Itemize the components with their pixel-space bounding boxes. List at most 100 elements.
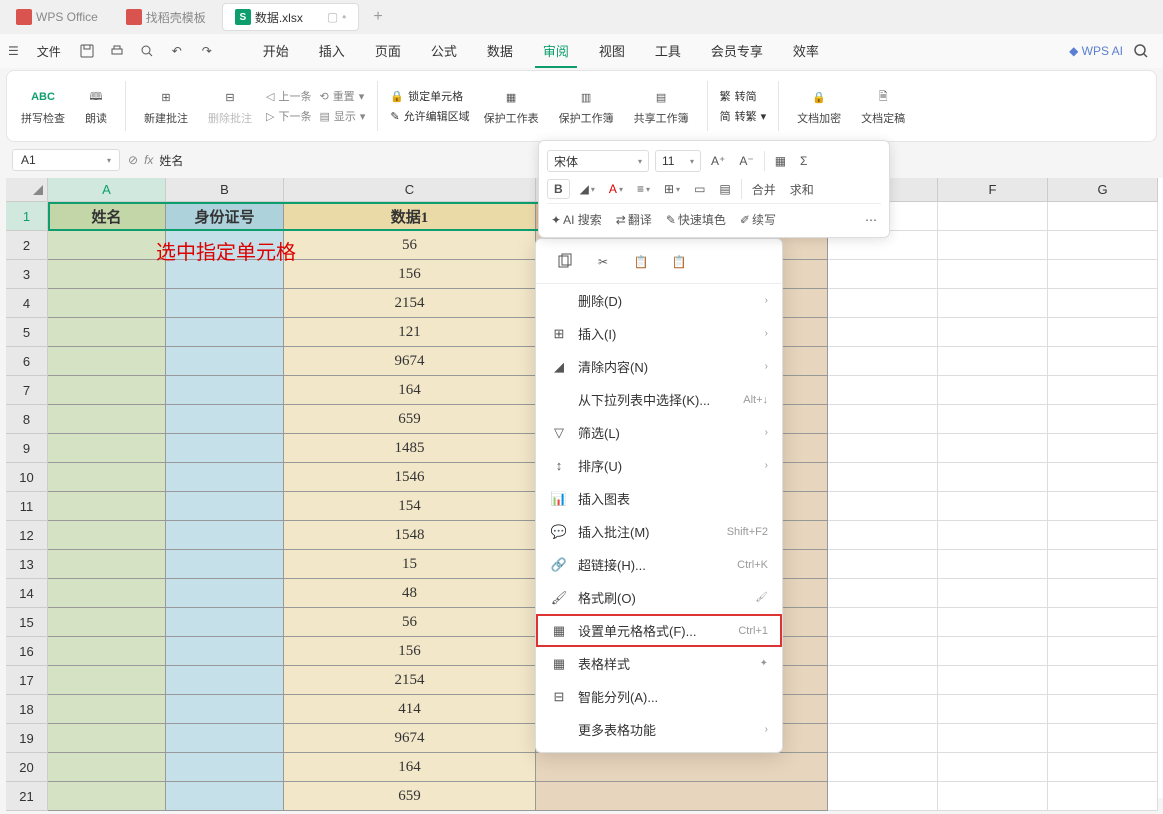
cell-B10[interactable] [166, 463, 284, 492]
cell-E21[interactable] [828, 782, 938, 811]
cell-C9[interactable]: 1485 [284, 434, 536, 463]
fx-label[interactable]: fx [144, 153, 153, 167]
cell-F13[interactable] [938, 550, 1048, 579]
cell-C16[interactable]: 156 [284, 637, 536, 666]
cell-C7[interactable]: 164 [284, 376, 536, 405]
cell-B21[interactable] [166, 782, 284, 811]
cell-C2[interactable]: 56 [284, 231, 536, 260]
cell-G11[interactable] [1048, 492, 1158, 521]
quick-fill[interactable]: ✎ 快速填色 [662, 209, 730, 230]
cell-F9[interactable] [938, 434, 1048, 463]
merge-cells[interactable]: ▦ [771, 152, 790, 170]
cell-B18[interactable] [166, 695, 284, 724]
new-comment-button[interactable]: ⊞ 新建批注 [138, 86, 194, 126]
cell-A4[interactable] [48, 289, 166, 318]
cell-G13[interactable] [1048, 550, 1158, 579]
app-tab-templates[interactable]: 找稻壳模板 [114, 3, 218, 31]
row-header[interactable]: 2 [6, 231, 48, 260]
cut-icon[interactable]: ✂ [592, 251, 614, 273]
col-header-g[interactable]: G [1048, 178, 1158, 202]
paste-special-icon[interactable]: 📋 [668, 251, 690, 273]
app-tab-document[interactable]: S 数据.xlsx ▢ • [222, 3, 360, 31]
tab-review[interactable]: 审阅 [535, 35, 577, 68]
ctx-dropdown-select[interactable]: 从下拉列表中选择(K)...Alt+↓ [536, 383, 782, 416]
ctx-clear[interactable]: ◢清除内容(N)› [536, 350, 782, 383]
cell-E9[interactable] [828, 434, 938, 463]
cell-E17[interactable] [828, 666, 938, 695]
cell-D21[interactable] [536, 782, 828, 811]
tab-page[interactable]: 页面 [367, 35, 409, 68]
row-header[interactable]: 10 [6, 463, 48, 492]
cell-A12[interactable] [48, 521, 166, 550]
cancel-icon[interactable]: ⊘ [128, 153, 138, 167]
sum-label[interactable]: 求和 [786, 179, 818, 200]
cell-G8[interactable] [1048, 405, 1158, 434]
ctx-table-style[interactable]: ▦表格样式✦ [536, 647, 782, 680]
doc-more-icon[interactable]: • [342, 10, 346, 24]
cell-B8[interactable] [166, 405, 284, 434]
to-simplified[interactable]: 繁 转简 [720, 88, 767, 104]
cell-B7[interactable] [166, 376, 284, 405]
row-header[interactable]: 13 [6, 550, 48, 579]
cell-C19[interactable]: 9674 [284, 724, 536, 753]
ctx-cell-format[interactable]: ▦设置单元格格式(F)...Ctrl+1 [536, 614, 782, 647]
tab-tools[interactable]: 工具 [647, 35, 689, 68]
cell-B5[interactable] [166, 318, 284, 347]
show-comment[interactable]: ▤ 显示 ▾ [319, 108, 365, 124]
clear-format[interactable]: ▤ [715, 180, 734, 198]
name-box[interactable]: A1 ▾ [12, 149, 120, 171]
cell-C17[interactable]: 2154 [284, 666, 536, 695]
ctx-insert[interactable]: ⊞插入(I)› [536, 317, 782, 350]
cell-F8[interactable] [938, 405, 1048, 434]
continue-write[interactable]: ✐ 续写 [736, 209, 780, 230]
cell-A19[interactable] [48, 724, 166, 753]
cell-F15[interactable] [938, 608, 1048, 637]
cell-C6[interactable]: 9674 [284, 347, 536, 376]
cell-G19[interactable] [1048, 724, 1158, 753]
cell-F12[interactable] [938, 521, 1048, 550]
cell-E15[interactable] [828, 608, 938, 637]
ctx-format-painter[interactable]: 🖌格式刷(O)🖌 [536, 581, 782, 614]
cell-A13[interactable] [48, 550, 166, 579]
tab-insert[interactable]: 插入 [311, 35, 353, 68]
font-select[interactable]: 宋体▾ [547, 150, 649, 172]
cell-B9[interactable] [166, 434, 284, 463]
cell-C21[interactable]: 659 [284, 782, 536, 811]
format[interactable]: ▭ [690, 180, 709, 198]
cell-G2[interactable] [1048, 231, 1158, 260]
next-comment[interactable]: ▷ 下一条 [266, 108, 311, 124]
cell-G5[interactable] [1048, 318, 1158, 347]
cell-A20[interactable] [48, 753, 166, 782]
cell-F6[interactable] [938, 347, 1048, 376]
cell-B13[interactable] [166, 550, 284, 579]
row-header[interactable]: 12 [6, 521, 48, 550]
tab-data[interactable]: 数据 [479, 35, 521, 68]
cell-C8[interactable]: 659 [284, 405, 536, 434]
cell-A5[interactable] [48, 318, 166, 347]
ctx-insert-chart[interactable]: 📊插入图表 [536, 482, 782, 515]
cell-B12[interactable] [166, 521, 284, 550]
decrease-font[interactable]: A⁻ [735, 152, 757, 170]
cell-A9[interactable] [48, 434, 166, 463]
encrypt-button[interactable]: 🔒 文档加密 [791, 86, 847, 126]
row-header[interactable]: 20 [6, 753, 48, 782]
cell-E5[interactable] [828, 318, 938, 347]
cell-F18[interactable] [938, 695, 1048, 724]
brush-side-icon[interactable]: 🖌 [755, 592, 768, 603]
cell-F5[interactable] [938, 318, 1048, 347]
cell-C11[interactable]: 154 [284, 492, 536, 521]
cell-E12[interactable] [828, 521, 938, 550]
row-header[interactable]: 17 [6, 666, 48, 695]
cell-G4[interactable] [1048, 289, 1158, 318]
cell-F11[interactable] [938, 492, 1048, 521]
col-header-f[interactable]: F [938, 178, 1048, 202]
cell-C10[interactable]: 1546 [284, 463, 536, 492]
cell-A21[interactable] [48, 782, 166, 811]
row-header[interactable]: 15 [6, 608, 48, 637]
to-traditional[interactable]: 简 转繁 ▾ [720, 108, 767, 124]
cell-C5[interactable]: 121 [284, 318, 536, 347]
row-header[interactable]: 18 [6, 695, 48, 724]
col-header-b[interactable]: B [166, 178, 284, 202]
increase-font[interactable]: A⁺ [707, 152, 729, 170]
row-header[interactable]: 7 [6, 376, 48, 405]
